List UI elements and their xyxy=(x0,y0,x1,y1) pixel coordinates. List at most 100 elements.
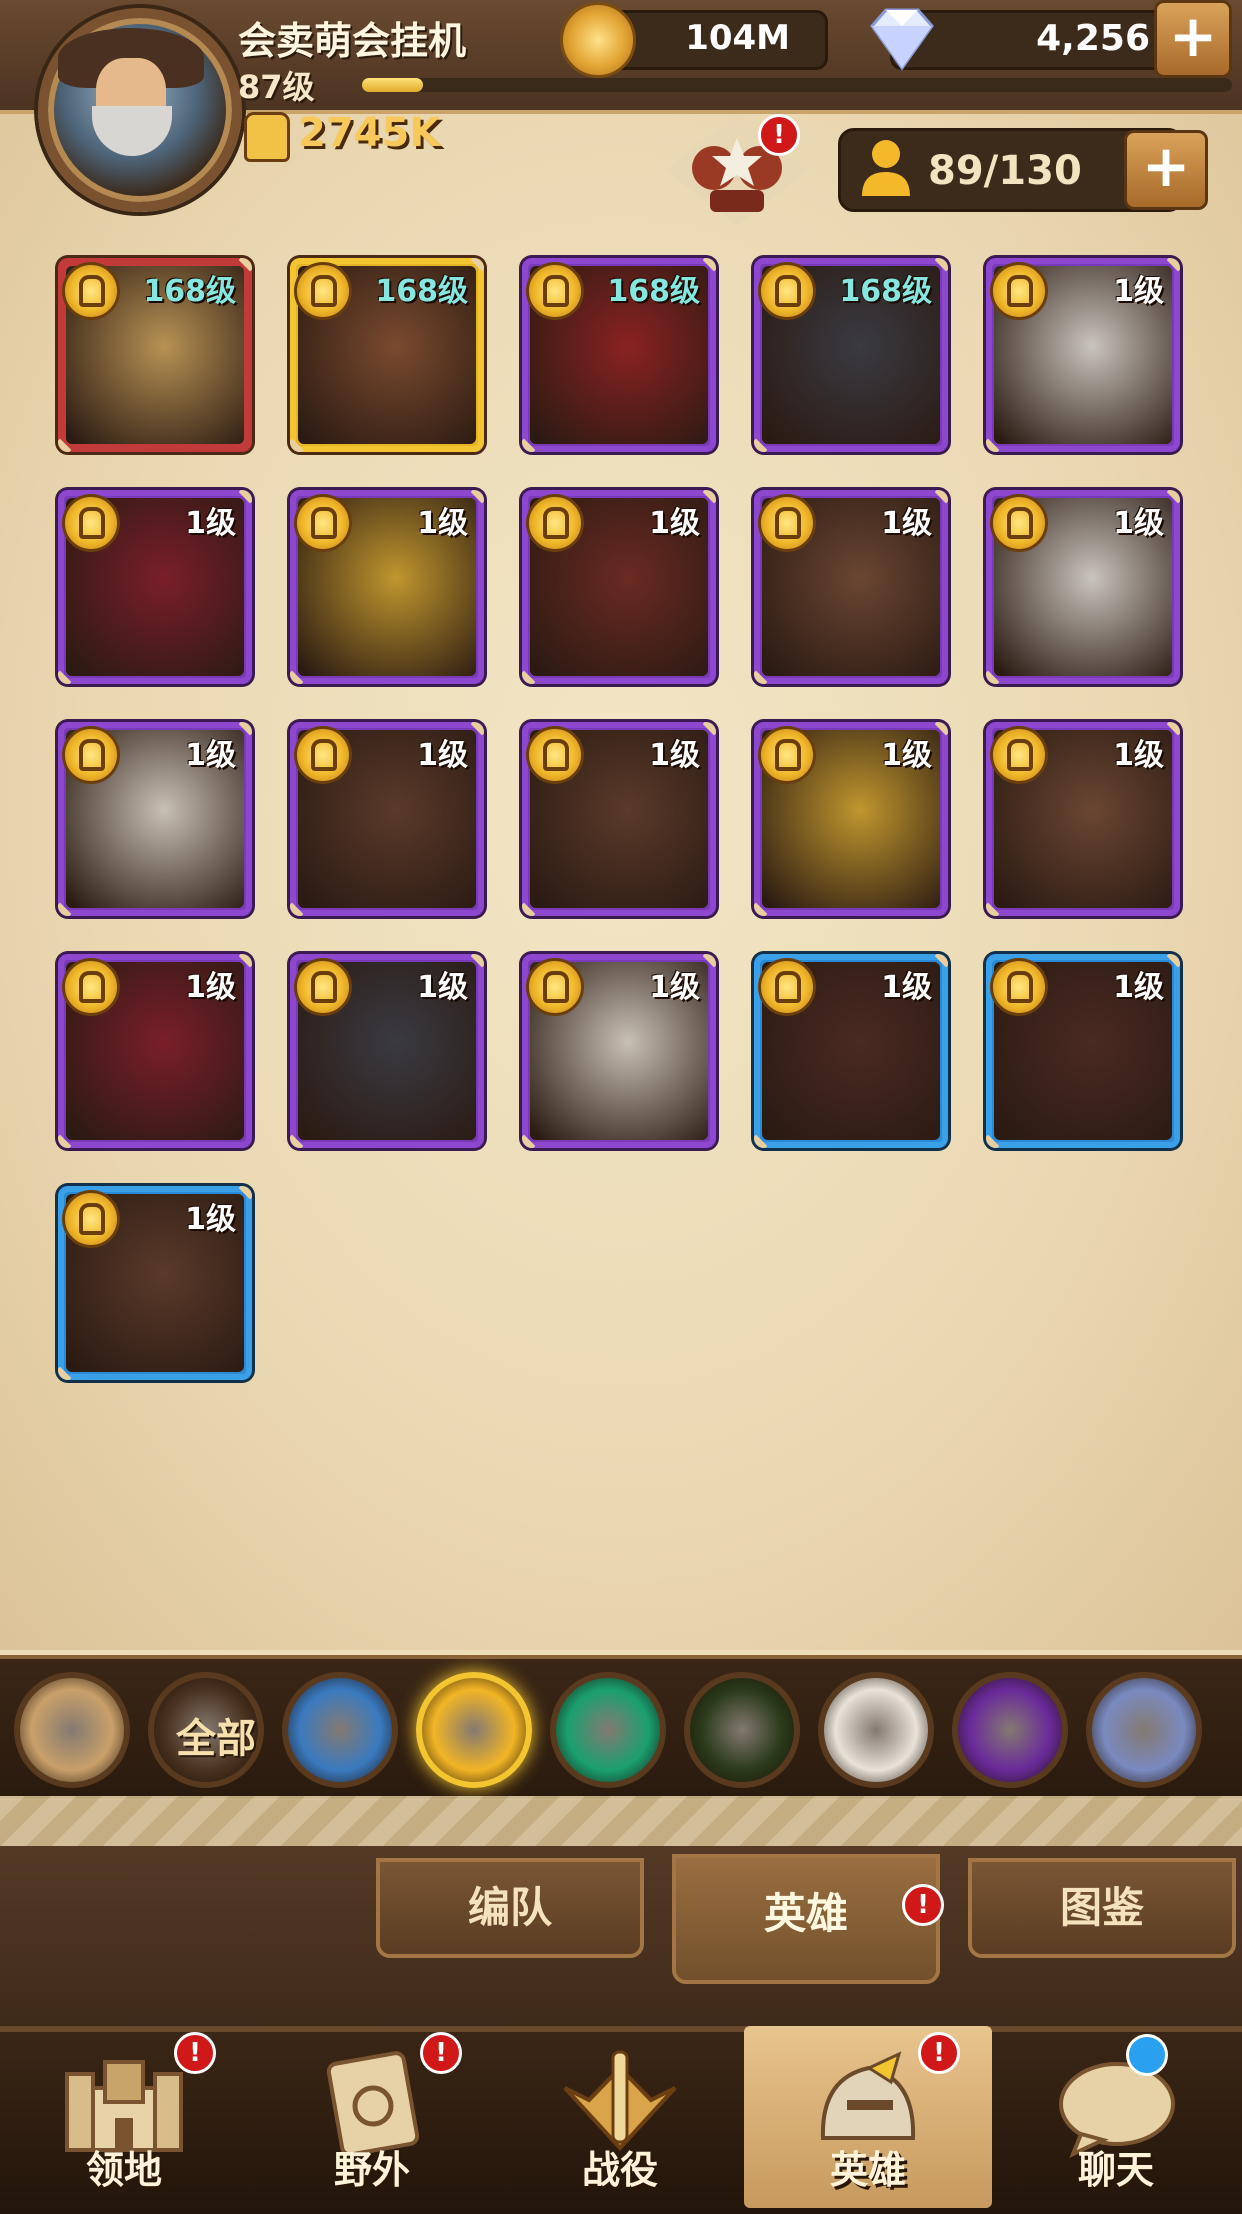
hero-card[interactable]: 1级 xyxy=(522,490,716,684)
filter-lotus-icon[interactable] xyxy=(550,1672,666,1788)
hero-level: 168级 xyxy=(607,274,700,309)
filter-all-label: 全部 xyxy=(176,1716,256,1762)
hero-level: 1级 xyxy=(185,1202,236,1237)
faction-emblem-icon xyxy=(526,958,584,1016)
add-gems-button[interactable]: + xyxy=(1154,0,1232,78)
expand-capacity-button[interactable]: + xyxy=(1124,130,1208,210)
hero-level: 1级 xyxy=(417,970,468,1005)
hero-card[interactable]: 168级 xyxy=(58,258,252,452)
faction-emblem-icon xyxy=(62,726,120,784)
xp-bar xyxy=(362,78,1232,92)
hero-level: 168级 xyxy=(375,274,468,309)
hero-level: 1级 xyxy=(185,738,236,773)
faction-emblem-icon xyxy=(758,262,816,320)
faction-emblem-icon xyxy=(758,494,816,552)
hero-card[interactable]: 1级 xyxy=(290,954,484,1148)
hero-level: 168级 xyxy=(839,274,932,309)
faction-emblem-icon xyxy=(294,958,352,1016)
faction-emblem-icon xyxy=(990,262,1048,320)
nav-domain-label: 领地 xyxy=(85,2148,162,2192)
faction-emblem-icon xyxy=(294,494,352,552)
hero-level: 1级 xyxy=(881,506,932,541)
tab-collection[interactable]: 图鉴 xyxy=(968,1858,1236,1958)
chat-notification-dot xyxy=(1126,2034,1168,2076)
tab-heroes[interactable]: 英雄 xyxy=(672,1854,940,1984)
nav-wild-label: 野外 xyxy=(333,2148,410,2192)
hero-card[interactable]: 1级 xyxy=(986,954,1180,1148)
hero-level: 1级 xyxy=(185,506,236,541)
player-level: 87级 xyxy=(238,68,315,106)
hero-level: 168级 xyxy=(143,274,236,309)
faction-emblem-icon xyxy=(62,1190,120,1248)
hero-level: 1级 xyxy=(649,738,700,773)
faction-emblem-icon xyxy=(758,958,816,1016)
hero-level: 1级 xyxy=(649,506,700,541)
filter-star-icon[interactable] xyxy=(282,1672,398,1788)
hero-card[interactable]: 1级 xyxy=(754,954,948,1148)
hero-card[interactable]: 1级 xyxy=(754,722,948,916)
hero-level: 1级 xyxy=(1113,274,1164,309)
filter-light-icon[interactable] xyxy=(818,1672,934,1788)
filter-dark-icon[interactable] xyxy=(952,1672,1068,1788)
nav-wild-badge: ! xyxy=(420,2032,462,2074)
nav-chat[interactable]: 聊天 xyxy=(992,2026,1240,2208)
nav-heroes-label: 英雄 xyxy=(829,2148,906,2192)
hero-level: 1级 xyxy=(649,970,700,1005)
hero-card[interactable]: 1级 xyxy=(522,722,716,916)
hero-card[interactable]: 168级 xyxy=(522,258,716,452)
faction-emblem-icon xyxy=(62,958,120,1016)
hero-level: 1级 xyxy=(417,506,468,541)
hero-card[interactable]: 1级 xyxy=(986,722,1180,916)
hero-level: 1级 xyxy=(1113,506,1164,541)
hero-card[interactable]: 1级 xyxy=(290,490,484,684)
nav-heroes-badge: ! xyxy=(918,2032,960,2074)
gem-value: 4,256 xyxy=(1036,18,1150,59)
faction-emblem-icon xyxy=(294,262,352,320)
person-icon xyxy=(862,140,910,196)
filter-celestial-icon[interactable] xyxy=(1086,1672,1202,1788)
hero-card[interactable]: 1级 xyxy=(58,1186,252,1380)
gold-value: 104M xyxy=(685,18,790,58)
hero-capacity-value: 89/130 xyxy=(928,148,1082,194)
filter-eye-icon[interactable] xyxy=(684,1672,800,1788)
hero-level: 1级 xyxy=(1113,970,1164,1005)
hero-card[interactable]: 1级 xyxy=(754,490,948,684)
filter-collapse-icon[interactable] xyxy=(14,1672,130,1788)
fist-icon xyxy=(244,112,290,162)
heroes-tab-badge: ! xyxy=(902,1884,944,1926)
nav-campaign[interactable]: 战役 xyxy=(496,2026,744,2208)
torn-paper-edge xyxy=(0,1796,1242,1846)
hero-card[interactable]: 168级 xyxy=(290,258,484,452)
hero-level: 1级 xyxy=(881,738,932,773)
filter-sun-icon[interactable] xyxy=(416,1672,532,1788)
hero-level: 1级 xyxy=(417,738,468,773)
faction-emblem-icon xyxy=(990,958,1048,1016)
hero-card[interactable]: 1级 xyxy=(58,954,252,1148)
combat-power: 2745K xyxy=(298,110,441,156)
player-name: 会卖萌会挂机 xyxy=(238,19,467,63)
hero-card[interactable]: 1级 xyxy=(986,258,1180,452)
nav-domain-badge: ! xyxy=(174,2032,216,2074)
hero-level: 1级 xyxy=(1113,738,1164,773)
faction-emblem-icon xyxy=(526,494,584,552)
hero-card[interactable]: 1级 xyxy=(290,722,484,916)
nav-chat-label: 聊天 xyxy=(1077,2148,1154,2192)
faction-emblem-icon xyxy=(62,494,120,552)
tab-formation[interactable]: 编队 xyxy=(376,1858,644,1958)
faction-emblem-icon xyxy=(990,726,1048,784)
faction-emblem-icon xyxy=(294,726,352,784)
hero-card[interactable]: 168级 xyxy=(754,258,948,452)
hero-card[interactable]: 1级 xyxy=(58,490,252,684)
player-avatar[interactable] xyxy=(38,8,242,212)
hero-level: 1级 xyxy=(881,970,932,1005)
hero-level: 1级 xyxy=(185,970,236,1005)
faction-emblem-icon xyxy=(758,726,816,784)
team-alert-badge: ! xyxy=(758,114,800,156)
hero-card[interactable]: 1级 xyxy=(522,954,716,1148)
diamond-icon xyxy=(870,8,934,71)
hero-card[interactable]: 1级 xyxy=(986,490,1180,684)
faction-emblem-icon xyxy=(990,494,1048,552)
hero-card[interactable]: 1级 xyxy=(58,722,252,916)
avatar-beard xyxy=(92,106,172,156)
nav-campaign-label: 战役 xyxy=(581,2148,658,2192)
